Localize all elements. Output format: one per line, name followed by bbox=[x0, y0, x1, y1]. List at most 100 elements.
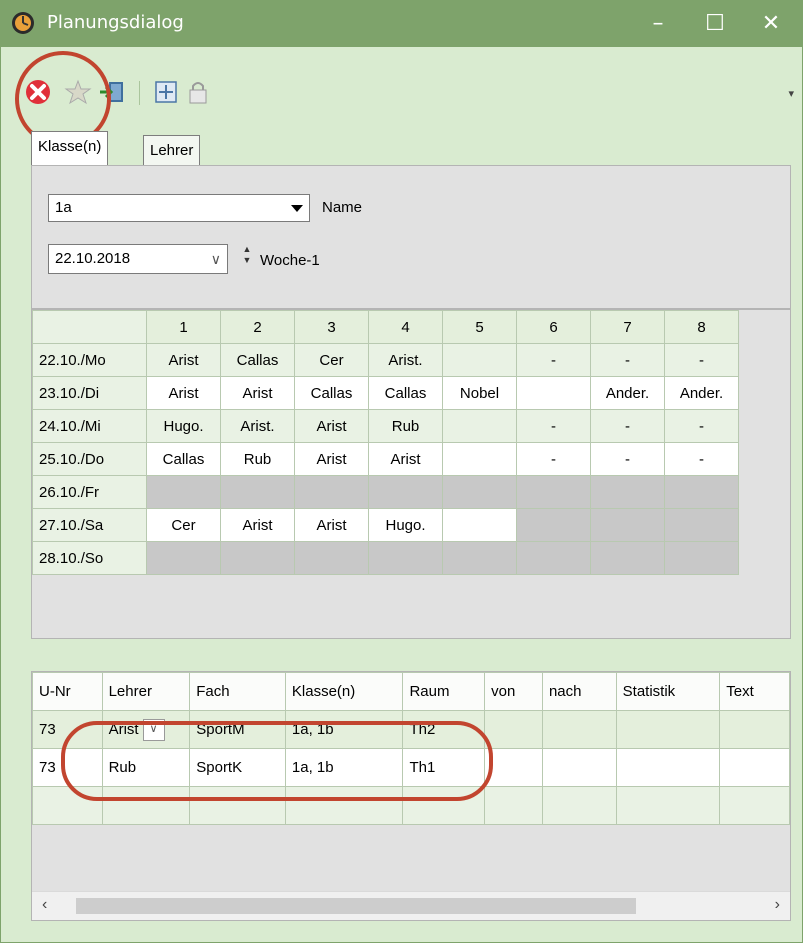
timetable-cell[interactable] bbox=[516, 376, 591, 410]
timetable-cell[interactable] bbox=[442, 409, 517, 443]
timetable-cell[interactable] bbox=[442, 508, 517, 542]
timetable-cell[interactable] bbox=[146, 475, 221, 509]
lesson-cell[interactable]: Rub bbox=[101, 748, 191, 787]
lesson-cell[interactable] bbox=[615, 710, 721, 749]
column-header[interactable]: Statistik bbox=[615, 672, 721, 711]
lesson-cell[interactable]: Th1 bbox=[402, 748, 486, 787]
timetable-cell[interactable]: - bbox=[516, 343, 591, 377]
column-header[interactable]: nach bbox=[541, 672, 617, 711]
timetable-cell[interactable] bbox=[590, 541, 665, 575]
teacher-dropdown-icon[interactable]: ∨ bbox=[142, 718, 165, 741]
timetable-cell[interactable] bbox=[664, 508, 739, 542]
timetable-cell[interactable]: - bbox=[664, 442, 739, 476]
timetable-cell[interactable] bbox=[220, 541, 295, 575]
column-header[interactable]: U-Nr bbox=[32, 672, 103, 711]
timetable-cell[interactable] bbox=[516, 541, 591, 575]
lesson-cell[interactable]: SportM bbox=[189, 710, 286, 749]
timetable-cell[interactable]: Rub bbox=[368, 409, 443, 443]
title-bar[interactable]: Planungsdialog – ☐ ✕ bbox=[1, 1, 802, 47]
timetable-cell[interactable]: - bbox=[590, 343, 665, 377]
lesson-cell[interactable] bbox=[284, 786, 404, 825]
lesson-cell[interactable] bbox=[719, 786, 790, 825]
lesson-cell[interactable]: 1a, 1b bbox=[284, 748, 404, 787]
lesson-row[interactable]: 73 Arist ∨ SportM 1a, 1b Th2 bbox=[32, 710, 790, 749]
maximize-button[interactable]: ☐ bbox=[689, 1, 741, 47]
timetable-cell[interactable]: Callas bbox=[220, 343, 295, 377]
lesson-cell[interactable]: 73 bbox=[32, 710, 103, 749]
timetable-cell[interactable]: Arist bbox=[220, 508, 295, 542]
timetable-cell[interactable]: Cer bbox=[294, 343, 369, 377]
timetable-cell[interactable] bbox=[294, 541, 369, 575]
lesson-cell[interactable] bbox=[615, 786, 721, 825]
timetable-cell[interactable] bbox=[442, 343, 517, 377]
lesson-cell[interactable] bbox=[719, 710, 790, 749]
lesson-cell[interactable] bbox=[484, 748, 543, 787]
lesson-cell[interactable] bbox=[402, 786, 486, 825]
timetable-cell[interactable] bbox=[664, 541, 739, 575]
lesson-cell[interactable] bbox=[541, 748, 617, 787]
timetable-cell[interactable]: Callas bbox=[146, 442, 221, 476]
tab-klassen[interactable]: Klasse(n) bbox=[31, 131, 109, 166]
tab-lehrer[interactable]: Lehrer bbox=[143, 135, 201, 166]
star-icon[interactable] bbox=[63, 77, 93, 107]
timetable-cell[interactable]: Arist bbox=[368, 442, 443, 476]
minimize-button[interactable]: – bbox=[632, 1, 684, 47]
timetable-cell[interactable]: Cer bbox=[146, 508, 221, 542]
timetable-cell[interactable]: Nobel bbox=[442, 376, 517, 410]
timetable-cell[interactable]: - bbox=[664, 343, 739, 377]
timetable-cell[interactable]: Ander. bbox=[664, 376, 739, 410]
timetable-cell[interactable]: Arist. bbox=[220, 409, 295, 443]
timetable-cell[interactable]: - bbox=[590, 442, 665, 476]
horizontal-scrollbar[interactable]: ‹ › bbox=[32, 891, 790, 920]
toolbar-overflow-icon[interactable]: ▾ bbox=[788, 87, 794, 100]
timetable-cell[interactable] bbox=[664, 475, 739, 509]
lesson-row[interactable] bbox=[32, 786, 790, 825]
date-chevron-icon[interactable]: ∨ bbox=[211, 251, 221, 268]
timetable-cell[interactable]: Ander. bbox=[590, 376, 665, 410]
date-picker[interactable]: 22.10.2018 ∨ bbox=[48, 244, 228, 274]
timetable-cell[interactable]: Hugo. bbox=[368, 508, 443, 542]
close-window-button[interactable]: ✕ bbox=[745, 1, 797, 47]
timetable-cell[interactable]: Arist bbox=[220, 376, 295, 410]
lesson-cell[interactable] bbox=[615, 748, 721, 787]
column-header[interactable]: Lehrer bbox=[101, 672, 191, 711]
lesson-cell[interactable] bbox=[541, 786, 617, 825]
timetable-cell[interactable] bbox=[294, 475, 369, 509]
lesson-cell[interactable] bbox=[484, 710, 543, 749]
timetable-cell[interactable]: Rub bbox=[220, 442, 295, 476]
dropdown-arrow-icon[interactable] bbox=[291, 205, 303, 212]
lesson-cell[interactable] bbox=[484, 786, 543, 825]
timetable-cell[interactable]: Callas bbox=[294, 376, 369, 410]
timetable-cell[interactable]: Arist bbox=[146, 343, 221, 377]
timetable-cell[interactable] bbox=[442, 442, 517, 476]
move-icon[interactable] bbox=[151, 77, 181, 107]
lesson-cell[interactable]: 73 bbox=[32, 748, 103, 787]
lesson-row[interactable]: 73 Rub SportK 1a, 1b Th1 bbox=[32, 748, 790, 787]
timetable-cell[interactable] bbox=[146, 541, 221, 575]
timetable-cell[interactable]: - bbox=[516, 442, 591, 476]
lesson-cell[interactable]: 1a, 1b bbox=[284, 710, 404, 749]
delete-icon[interactable] bbox=[23, 77, 53, 107]
timetable-cell[interactable]: Callas bbox=[368, 376, 443, 410]
column-header[interactable]: von bbox=[484, 672, 543, 711]
timetable-cell[interactable] bbox=[516, 475, 591, 509]
timetable-cell[interactable]: - bbox=[664, 409, 739, 443]
column-header[interactable]: Klasse(n) bbox=[284, 672, 404, 711]
timetable-cell[interactable]: - bbox=[590, 409, 665, 443]
lesson-cell[interactable] bbox=[32, 786, 103, 825]
scrollbar-thumb[interactable] bbox=[76, 898, 636, 914]
scroll-left-icon[interactable]: ‹ bbox=[42, 896, 47, 914]
lesson-cell[interactable] bbox=[719, 748, 790, 787]
column-header[interactable]: Raum bbox=[402, 672, 486, 711]
timetable-cell[interactable] bbox=[590, 475, 665, 509]
timetable-cell[interactable]: - bbox=[516, 409, 591, 443]
timetable-cell[interactable] bbox=[368, 475, 443, 509]
lock-icon[interactable] bbox=[183, 77, 213, 107]
timetable-cell[interactable]: Arist bbox=[294, 442, 369, 476]
timetable-cell[interactable]: Arist bbox=[294, 409, 369, 443]
column-header[interactable]: Fach bbox=[189, 672, 286, 711]
timetable-cell[interactable] bbox=[442, 541, 517, 575]
lesson-cell[interactable] bbox=[189, 786, 286, 825]
week-spinner[interactable]: ▲ ▼ bbox=[240, 244, 254, 274]
timetable-cell[interactable] bbox=[220, 475, 295, 509]
